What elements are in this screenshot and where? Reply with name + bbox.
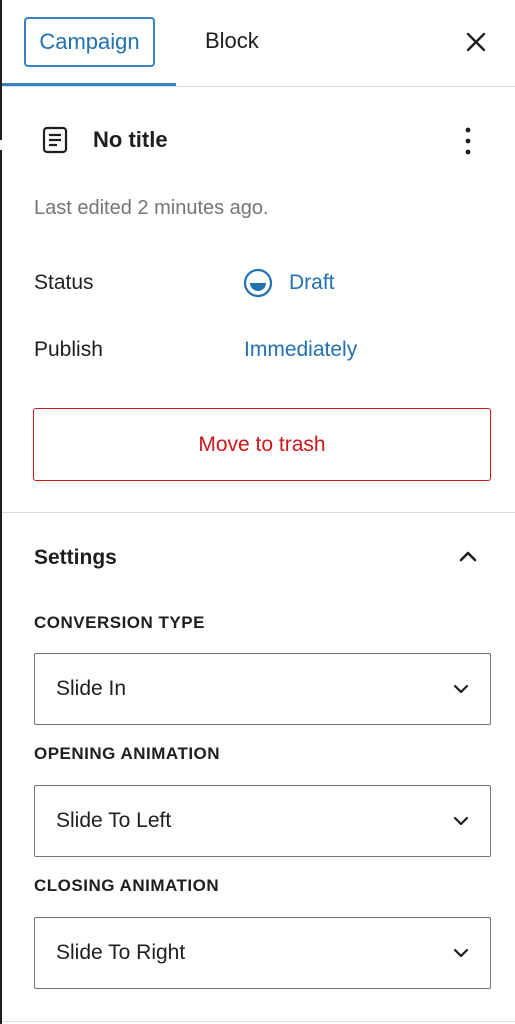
status-toggle[interactable]: Draft <box>243 268 335 298</box>
conversion-type-label: CONVERSION TYPE <box>34 613 205 632</box>
opening-animation-select[interactable]: Slide To Left <box>34 785 491 857</box>
chevron-down-icon <box>453 948 469 958</box>
sidebar-header: Campaign Block <box>2 0 515 87</box>
sidebar-panel: Campaign Block No title Last edited 2 mi… <box>0 0 515 1024</box>
conversion-type-value: Slide In <box>56 677 127 700</box>
closing-animation-select[interactable]: Slide To Right <box>34 917 491 989</box>
tab-campaign-label: Campaign <box>39 29 140 54</box>
closing-animation-value: Slide To Right <box>56 941 186 964</box>
publish-date-toggle[interactable]: Immediately <box>244 338 357 362</box>
tab-block-label: Block <box>205 28 259 53</box>
tab-block[interactable]: Block <box>205 28 259 54</box>
chevron-down-icon <box>453 816 469 826</box>
status-label: Status <box>34 271 94 294</box>
opening-animation-value: Slide To Left <box>56 809 172 832</box>
settings-title[interactable]: Settings <box>34 546 117 570</box>
move-to-trash-button[interactable]: Move to trash <box>33 408 491 481</box>
close-button[interactable] <box>458 24 494 60</box>
move-to-trash-label: Move to trash <box>198 432 326 456</box>
post-title: No title <box>93 127 168 152</box>
settings-panel: Settings CONVERSION TYPE Slide In OPENIN… <box>2 513 515 1022</box>
publish-label: Publish <box>34 338 103 361</box>
chevron-down-icon <box>453 684 469 694</box>
tab-campaign[interactable]: Campaign <box>24 17 155 67</box>
post-summary-panel: No title Last edited 2 minutes ago. Stat… <box>2 87 515 513</box>
more-vertical-icon[interactable] <box>454 123 482 159</box>
document-icon <box>42 126 68 154</box>
last-edited-text: Last edited 2 minutes ago. <box>34 197 269 219</box>
closing-animation-label: CLOSING ANIMATION <box>34 876 220 895</box>
close-icon <box>466 32 486 52</box>
draft-status-icon <box>243 268 273 298</box>
active-tab-indicator <box>2 83 176 86</box>
chevron-up-icon[interactable] <box>454 543 482 571</box>
conversion-type-select[interactable]: Slide In <box>34 653 491 725</box>
status-value: Draft <box>289 271 335 294</box>
opening-animation-label: OPENING ANIMATION <box>34 744 221 763</box>
